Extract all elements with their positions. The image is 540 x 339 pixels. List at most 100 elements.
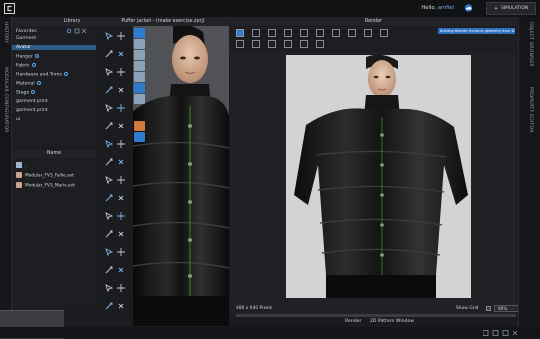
line-edit-icon[interactable] bbox=[105, 266, 113, 274]
render-size-label: 480 x 640 Pixels bbox=[236, 306, 272, 311]
history-tab[interactable]: HISTORY bbox=[3, 22, 8, 43]
modular-configurator-tab[interactable]: MODULAR CONFIGURATOR bbox=[3, 67, 8, 133]
library-item[interactable]: Fabric bbox=[16, 63, 36, 69]
cloud-icon[interactable] bbox=[463, 4, 474, 12]
iron-icon[interactable] bbox=[117, 194, 125, 202]
show-grid-label: Show Grid bbox=[456, 306, 479, 311]
info-icon[interactable] bbox=[134, 132, 145, 142]
reset-icon[interactable] bbox=[117, 302, 125, 310]
garment-view-icon[interactable] bbox=[134, 39, 145, 49]
library-item[interactable]: ui bbox=[16, 117, 20, 122]
object-browser-tab[interactable]: OBJECT BROWSER bbox=[528, 22, 533, 67]
file-item[interactable]: .. bbox=[16, 162, 28, 169]
move-icon[interactable] bbox=[117, 32, 125, 40]
button-icon[interactable] bbox=[117, 122, 125, 130]
tack-icon[interactable] bbox=[117, 176, 125, 184]
camera-icon[interactable] bbox=[284, 29, 292, 37]
sew-icon[interactable] bbox=[117, 104, 125, 112]
render-image bbox=[286, 55, 471, 298]
topstitch-icon[interactable] bbox=[117, 140, 125, 148]
3d-avatar-jacket bbox=[133, 26, 229, 326]
file-list-header: Name bbox=[12, 150, 96, 158]
line-icon[interactable] bbox=[105, 68, 113, 76]
folder-up-icon bbox=[16, 162, 22, 168]
sync-icon[interactable] bbox=[284, 40, 292, 48]
grid-icon[interactable] bbox=[268, 40, 276, 48]
camera-icon[interactable] bbox=[117, 284, 125, 292]
pressure-icon[interactable] bbox=[134, 94, 145, 104]
turntable-icon[interactable] bbox=[364, 29, 372, 37]
preview-icon[interactable] bbox=[380, 29, 388, 37]
render-window-title: Render bbox=[230, 17, 517, 26]
tab-2d-pattern-window[interactable]: 2D Pattern Window bbox=[370, 319, 414, 324]
stress-map-icon[interactable] bbox=[134, 61, 145, 71]
render-settings-icon[interactable] bbox=[268, 29, 276, 37]
buttonhole-icon[interactable] bbox=[105, 140, 113, 148]
sync-icon bbox=[63, 72, 68, 76]
shirring-icon[interactable] bbox=[105, 230, 113, 238]
tab-render[interactable]: Render bbox=[345, 319, 361, 324]
avatar-skin-icon[interactable] bbox=[134, 121, 145, 131]
trim-icon[interactable] bbox=[105, 212, 113, 220]
library-item[interactable]: garment print bbox=[16, 99, 48, 104]
transform-icon[interactable] bbox=[105, 50, 113, 58]
library-item[interactable]: Stage bbox=[16, 90, 36, 96]
3d-viewport[interactable] bbox=[133, 26, 229, 326]
cut-icon[interactable] bbox=[105, 194, 113, 202]
username[interactable]: amfiel bbox=[438, 5, 454, 11]
sync-icon bbox=[31, 90, 36, 94]
library-item[interactable]: Material bbox=[16, 81, 41, 87]
file-item[interactable]: Modular_FV3_Mario.avt bbox=[16, 182, 75, 189]
video-icon[interactable] bbox=[348, 29, 356, 37]
render-stop-icon[interactable] bbox=[252, 29, 260, 37]
fold-icon[interactable] bbox=[105, 104, 113, 112]
library-item[interactable]: Avatar bbox=[12, 45, 96, 50]
simulation-button[interactable]: ✦ SIMULATION bbox=[486, 2, 536, 15]
brush-icon[interactable] bbox=[117, 86, 125, 94]
render-start-icon[interactable] bbox=[236, 29, 244, 37]
elastic-icon[interactable] bbox=[117, 230, 125, 238]
library-item[interactable]: Garment bbox=[16, 36, 36, 41]
symmetry-icon[interactable] bbox=[117, 266, 125, 274]
arrange-icon[interactable] bbox=[105, 176, 113, 184]
ruler-icon[interactable] bbox=[117, 158, 125, 166]
right-side-strip: OBJECT BROWSER PROPERTY EDITOR bbox=[518, 17, 540, 327]
pin-icon[interactable] bbox=[105, 86, 113, 94]
clo-logo-icon[interactable] bbox=[4, 3, 15, 14]
image-save-icon[interactable] bbox=[316, 29, 324, 37]
status-icons[interactable] bbox=[483, 330, 519, 336]
sync-icon bbox=[36, 81, 41, 85]
strain-map-icon[interactable] bbox=[134, 72, 145, 82]
point-icon[interactable] bbox=[117, 50, 125, 58]
measure-icon[interactable] bbox=[105, 158, 113, 166]
avatar-view-icon[interactable] bbox=[134, 28, 145, 38]
library-item[interactable]: garment print bbox=[16, 108, 48, 113]
select-icon[interactable] bbox=[105, 32, 113, 40]
show-grid-checkbox[interactable] bbox=[486, 306, 491, 311]
export-icon[interactable] bbox=[236, 40, 244, 48]
zoom-icon[interactable] bbox=[316, 40, 324, 48]
render-canvas[interactable] bbox=[286, 55, 471, 298]
texture-view-icon[interactable] bbox=[134, 50, 145, 60]
lighting-icon[interactable] bbox=[300, 29, 308, 37]
avatar-file-icon bbox=[16, 182, 22, 188]
puckering-icon[interactable] bbox=[117, 212, 125, 220]
file-item[interactable]: Modular_FV3_Fallie.avt bbox=[16, 172, 74, 179]
texture-icon[interactable] bbox=[105, 248, 113, 256]
fit-map-icon[interactable] bbox=[134, 83, 145, 93]
curve-icon[interactable] bbox=[117, 68, 125, 76]
zipper-icon[interactable] bbox=[105, 122, 113, 130]
3d-window-title: Puffer jacket - (make exercise.zprj) bbox=[97, 17, 229, 26]
gauge-icon[interactable] bbox=[105, 284, 113, 292]
fit-icon[interactable] bbox=[300, 40, 308, 48]
library-item[interactable]: Hanger bbox=[16, 54, 39, 60]
zoom-select[interactable]: 90% bbox=[494, 305, 519, 312]
left-side-strip: HISTORY MODULAR CONFIGURATOR bbox=[0, 17, 12, 338]
graphic-icon[interactable] bbox=[117, 248, 125, 256]
property-editor-tab[interactable]: PROPERTY EDITOR bbox=[528, 87, 533, 133]
light-icon[interactable] bbox=[105, 302, 113, 310]
simulation-icon: ✦ bbox=[493, 5, 499, 12]
background-icon[interactable] bbox=[252, 40, 260, 48]
library-item[interactable]: Hardware and Trims bbox=[16, 72, 68, 78]
batch-icon[interactable] bbox=[332, 29, 340, 37]
